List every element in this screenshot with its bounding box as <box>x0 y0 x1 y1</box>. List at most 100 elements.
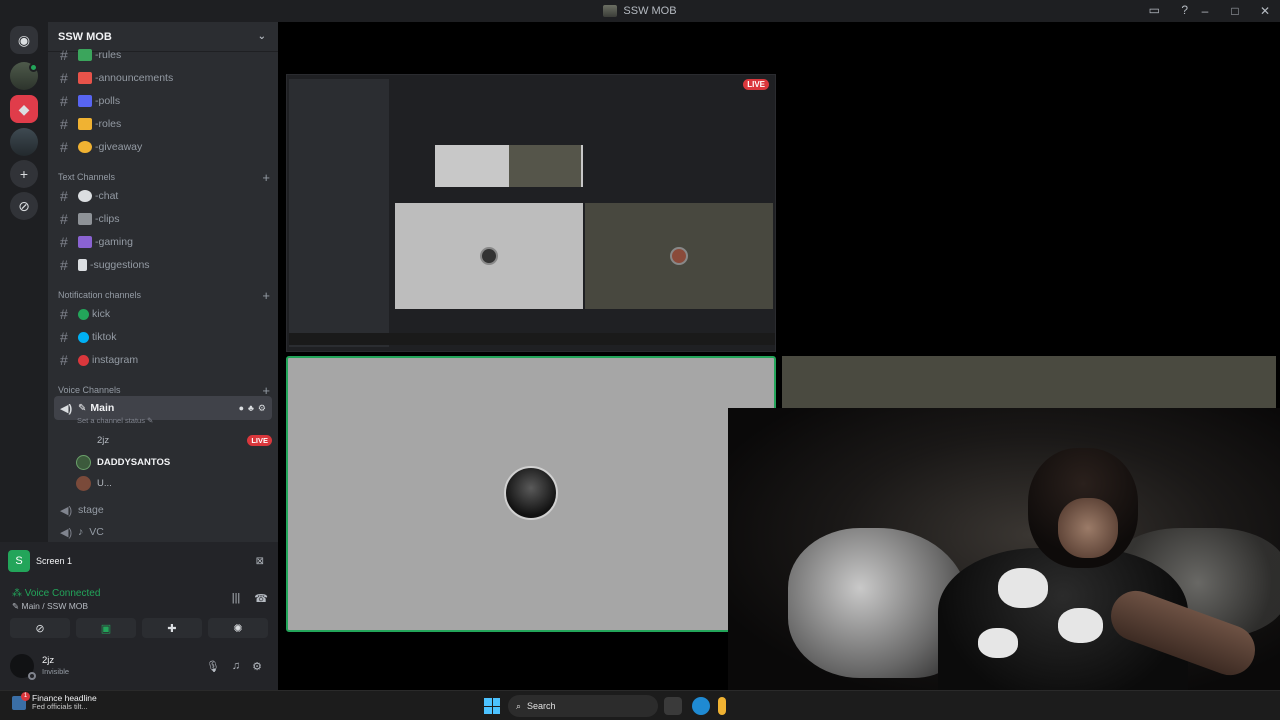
soundboard-button[interactable]: ✺ <box>208 618 268 638</box>
user-panel: S Screen 1 ⊠ ⁂ Voice Connected ✎ Main / … <box>0 542 278 690</box>
voice-connected-status[interactable]: ⁂ Voice Connected <box>12 588 100 599</box>
chevron-down-icon: ⌄ <box>257 31 266 42</box>
screen-icon: S <box>8 550 30 572</box>
task-view-icon[interactable] <box>664 697 682 715</box>
edge-icon[interactable] <box>692 697 710 715</box>
nested-video-tile <box>395 203 583 309</box>
channel-roles[interactable]: # -roles <box>54 113 272 135</box>
hash-icon: # <box>60 139 68 155</box>
search-icon: ⌕ <box>516 700 522 711</box>
chart-icon <box>78 95 92 107</box>
window-title: SSW MOB <box>603 5 677 17</box>
server-icon <box>603 5 618 17</box>
headphones-icon[interactable]: ♫ <box>232 660 240 673</box>
voice-user[interactable]: 2jz LIVE <box>76 430 272 450</box>
hash-icon: # <box>60 211 68 227</box>
voice-channel-stage[interactable]: ◀) stage <box>54 499 272 521</box>
settings-icon[interactable]: ⚙ <box>258 403 266 414</box>
chat-icon[interactable]: ● <box>239 403 244 414</box>
discover-icon[interactable]: ⊘ <box>10 192 38 220</box>
close-button[interactable]: ✕ <box>1250 4 1280 18</box>
avatar <box>480 247 498 265</box>
video-stage: LIVE <box>278 22 1280 690</box>
channel-status-hint[interactable]: Set a channel status ✎ <box>77 416 153 425</box>
add-channel-icon[interactable]: + <box>262 170 270 185</box>
focused-video-tile[interactable] <box>286 356 776 632</box>
sweater-pattern <box>998 568 1048 608</box>
notification-badge: 1 <box>21 691 30 701</box>
noise-suppression-icon[interactable]: ||| <box>232 592 241 605</box>
news-icon: 1 <box>12 691 30 710</box>
stream-preview[interactable]: S Screen 1 ⊠ <box>8 548 270 574</box>
add-server-icon[interactable]: + <box>10 160 38 188</box>
channel-kick[interactable]: # kick <box>54 303 272 325</box>
voice-channel-actions: ● ♣ ⚙ <box>239 403 266 414</box>
film-icon <box>78 213 92 225</box>
channel-announcements[interactable]: # -announcements <box>54 67 272 89</box>
inbox-icon[interactable]: ▭ <box>1149 3 1160 17</box>
hash-icon: # <box>60 329 68 345</box>
voice-channel-vc[interactable]: ◀) ♪ VC <box>54 521 272 543</box>
channel-gaming[interactable]: # -gaming <box>54 231 272 253</box>
microphone-icon[interactable]: 🎙︎ <box>206 660 220 673</box>
server-red[interactable]: ◆ <box>10 95 38 123</box>
red-circle-icon <box>78 354 89 366</box>
channel-instagram[interactable]: # instagram <box>54 349 272 371</box>
settings-icon[interactable]: ⚙ <box>252 660 262 673</box>
avatar <box>670 247 688 265</box>
live-badge: LIVE <box>743 79 769 90</box>
blue-circle-icon <box>78 331 89 343</box>
invite-icon[interactable]: ♣ <box>248 403 254 414</box>
status-dot <box>29 63 38 72</box>
maximize-button[interactable]: □ <box>1220 4 1250 18</box>
avatar <box>504 466 558 520</box>
voice-location[interactable]: ✎ Main / SSW MOB <box>12 601 88 612</box>
voice-user[interactable]: U... <box>76 473 272 493</box>
screen-share-button[interactable]: ▣ <box>76 618 136 638</box>
hash-icon: # <box>60 70 68 86</box>
nested-discord-sidebar <box>289 79 389 347</box>
category-text-channels[interactable]: Text Channels + <box>58 169 270 185</box>
channel-chat[interactable]: # -chat <box>54 185 272 207</box>
channel-clips[interactable]: # -clips <box>54 208 272 230</box>
invisible-status-icon <box>28 672 36 680</box>
live-badge: LIVE <box>247 434 272 446</box>
category-notification-channels[interactable]: Notification channels + <box>58 287 270 303</box>
note-icon <box>78 259 87 271</box>
sweater-pattern <box>1058 608 1103 643</box>
pencil-icon: ✎ <box>78 402 87 414</box>
stop-stream-icon[interactable]: ⊠ <box>256 556 264 567</box>
channel-rules[interactable]: # -rules <box>54 44 272 66</box>
minimize-button[interactable]: – <box>1190 4 1220 18</box>
activity-button[interactable]: ✚ <box>142 618 202 638</box>
webcam-overlay <box>728 408 1280 690</box>
screen-share-tile[interactable]: LIVE <box>286 74 776 352</box>
disconnect-icon[interactable]: ☎ <box>254 592 268 605</box>
speaker-icon: ◀) <box>60 504 73 517</box>
voice-user[interactable]: DADDYSANTOS <box>76 452 272 472</box>
taskbar-search[interactable]: ⌕ Search <box>508 695 658 717</box>
server-other[interactable] <box>10 128 38 156</box>
add-channel-icon[interactable]: + <box>262 288 270 303</box>
discord-home-icon[interactable]: ◉ <box>10 26 38 54</box>
windows-start-icon[interactable] <box>484 698 500 714</box>
help-icon[interactable]: ? <box>1181 3 1188 17</box>
channel-giveaway[interactable]: # -giveaway <box>54 136 272 158</box>
camera-off-button[interactable]: ⊘ <box>10 618 70 638</box>
avatar <box>10 654 36 680</box>
windows-taskbar: 1 Finance headline Fed officials tilt...… <box>0 690 1280 720</box>
channel-suggestions[interactable]: # -suggestions <box>54 254 272 276</box>
news-widget[interactable]: 1 Finance headline Fed officials tilt... <box>12 691 97 712</box>
user-controls: 🎙︎ ♫ ⚙ <box>206 660 262 673</box>
channel-tiktok[interactable]: # tiktok <box>54 326 272 348</box>
avatar <box>76 433 91 448</box>
voice-action-buttons: ⊘ ▣ ✚ ✺ <box>10 618 268 638</box>
channel-polls[interactable]: # -polls <box>54 90 272 112</box>
hash-icon: # <box>60 93 68 109</box>
user-info[interactable]: 2jz Invisible 🎙︎ ♫ ⚙ <box>10 650 268 682</box>
voice-controls: ||| ☎ <box>232 592 268 605</box>
file-explorer-icon[interactable] <box>718 697 726 715</box>
gamepad-icon <box>78 236 92 248</box>
hash-icon: # <box>60 234 68 250</box>
video-tile[interactable] <box>782 356 1276 408</box>
